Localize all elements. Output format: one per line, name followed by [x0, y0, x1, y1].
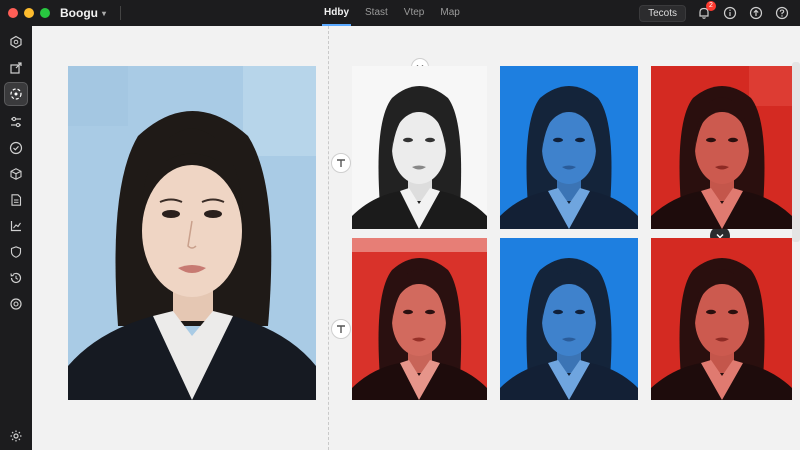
- variant-portrait: [500, 66, 638, 229]
- shield-icon: [10, 246, 22, 258]
- split-handle-icon: [337, 159, 345, 167]
- rail-item-history[interactable]: [4, 266, 28, 290]
- variant-tile-blue-2[interactable]: [500, 238, 638, 400]
- variant-tile-grayscale[interactable]: [352, 66, 487, 229]
- rail-item-settings[interactable]: [4, 424, 28, 448]
- history-icon: [10, 272, 22, 284]
- variant-tile-red-2[interactable]: [352, 238, 487, 400]
- check-circle-icon: [9, 141, 23, 155]
- info-button[interactable]: [722, 5, 738, 21]
- window-controls: [8, 8, 50, 18]
- variant-tile-red[interactable]: [651, 66, 792, 229]
- target-icon: [10, 298, 22, 310]
- info-icon: [723, 6, 737, 20]
- source-portrait[interactable]: [68, 66, 316, 400]
- tool-rail: [0, 26, 32, 450]
- split-handle-top[interactable]: [331, 153, 351, 173]
- document-icon: [11, 194, 22, 206]
- variant-portrait: [352, 66, 487, 229]
- canvas-divider: [328, 26, 329, 450]
- title-bar: Boogu ▾ Hdby Stast Vtep Map Tecots 2: [0, 0, 800, 26]
- variant-tile-red-3[interactable]: [651, 238, 792, 400]
- variant-portrait: [651, 238, 792, 400]
- tab-map[interactable]: Map: [438, 0, 461, 26]
- variant-portrait: [651, 66, 792, 229]
- chevron-down-icon: ▾: [102, 8, 107, 18]
- box-icon: [10, 168, 22, 180]
- split-handle-icon: [337, 325, 345, 333]
- upload-button[interactable]: [748, 5, 764, 21]
- tab-bar: Hdby Stast Vtep Map: [322, 0, 462, 26]
- hexagon-icon: [10, 35, 22, 49]
- variant-portrait: [352, 238, 487, 400]
- rail-item-shield[interactable]: [4, 240, 28, 264]
- app-name: Boogu: [60, 6, 98, 20]
- rail-item-document[interactable]: [4, 188, 28, 212]
- chart-icon: [10, 221, 21, 232]
- rail-item-adjust[interactable]: [4, 110, 28, 134]
- maximize-window-button[interactable]: [40, 8, 50, 18]
- rail-item-target[interactable]: [4, 292, 28, 316]
- variant-portrait: [500, 238, 638, 400]
- title-divider: [120, 6, 122, 20]
- vertical-scrollbar[interactable]: [792, 62, 800, 242]
- tab-stast[interactable]: Stast: [363, 0, 390, 26]
- rail-item-export[interactable]: [4, 56, 28, 80]
- close-window-button[interactable]: [8, 8, 18, 18]
- minimize-window-button[interactable]: [24, 8, 34, 18]
- face-detect-icon: [10, 88, 22, 100]
- rail-item-hexagon[interactable]: [4, 30, 28, 54]
- canvas-area: [32, 26, 800, 450]
- rail-item-check[interactable]: [4, 136, 28, 160]
- adjust-icon: [11, 116, 21, 128]
- tab-vtep[interactable]: Vtep: [402, 0, 427, 26]
- portrait-image: [68, 66, 316, 400]
- variant-tile-blue[interactable]: [500, 66, 638, 229]
- settings-icon: [10, 430, 22, 442]
- app-switcher[interactable]: Boogu ▾: [60, 6, 106, 20]
- rail-item-box[interactable]: [4, 162, 28, 186]
- split-handle-bottom[interactable]: [331, 319, 351, 339]
- title-actions: Tecots 2: [639, 0, 790, 26]
- export-icon: [10, 62, 22, 74]
- upload-circle-icon: [749, 6, 763, 20]
- help-button[interactable]: [774, 5, 790, 21]
- tab-hdby[interactable]: Hdby: [322, 0, 351, 26]
- notification-badge: 2: [706, 1, 716, 11]
- help-icon: [775, 6, 789, 20]
- notifications-button[interactable]: 2: [696, 1, 716, 21]
- rail-item-chart[interactable]: [4, 214, 28, 238]
- tecots-button[interactable]: Tecots: [639, 4, 686, 22]
- rail-item-face-detect[interactable]: [4, 82, 28, 106]
